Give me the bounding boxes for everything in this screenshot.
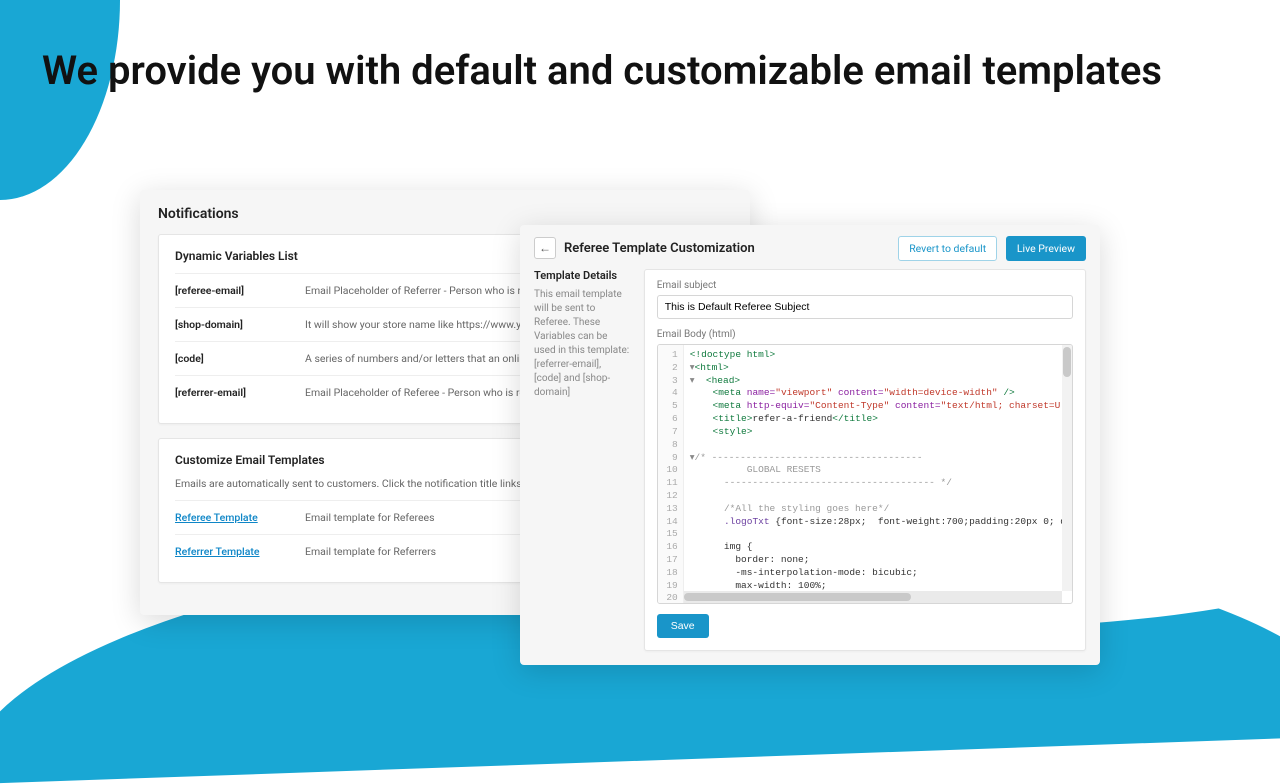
live-preview-button[interactable]: Live Preview	[1006, 236, 1086, 261]
referrer-template-link[interactable]: Referrer Template	[175, 545, 305, 558]
email-subject-label: Email subject	[657, 280, 1073, 291]
template-customizer-panel: ← Referee Template Customization Revert …	[520, 225, 1100, 665]
template-desc: Email template for Referrers	[305, 545, 436, 558]
variable-key: [shop-domain]	[175, 318, 305, 331]
referee-template-link[interactable]: Referee Template	[175, 511, 305, 524]
variable-key: [referrer-email]	[175, 386, 305, 399]
html-code-editor[interactable]: 1 2 3 4 5 6 7 8 9 10 11 12 13 14 15 16 1…	[657, 344, 1073, 604]
template-editor-main: Email subject Email Body (html) 1 2 3 4 …	[644, 269, 1086, 651]
template-details-text: This email template will be sent to Refe…	[534, 288, 630, 400]
template-details-title: Template Details	[534, 269, 630, 282]
back-button[interactable]: ←	[534, 237, 556, 259]
page-headline: We provide you with default and customiz…	[42, 48, 1220, 94]
variable-key: [referee-email]	[175, 284, 305, 297]
editor-vertical-scrollbar[interactable]	[1062, 345, 1072, 591]
editor-code-content[interactable]: <!doctype html> ▾<html> ▾ <head> <meta n…	[684, 345, 1072, 603]
decorative-wave-top	[0, 0, 140, 220]
email-subject-input[interactable]	[657, 295, 1073, 319]
revert-to-default-button[interactable]: Revert to default	[898, 236, 997, 261]
arrow-left-icon: ←	[539, 241, 551, 255]
customizer-header: ← Referee Template Customization Revert …	[534, 237, 1086, 269]
editor-line-gutter: 1 2 3 4 5 6 7 8 9 10 11 12 13 14 15 16 1…	[658, 345, 684, 603]
email-body-label: Email Body (html)	[657, 329, 1073, 340]
template-details-sidebar: Template Details This email template wil…	[534, 269, 630, 651]
template-desc: Email template for Referees	[305, 511, 435, 524]
customizer-title: Referee Template Customization	[564, 241, 755, 256]
notifications-title: Notifications	[158, 206, 732, 222]
save-button[interactable]: Save	[657, 614, 709, 638]
editor-horizontal-scrollbar[interactable]	[684, 591, 1062, 603]
variable-key: [code]	[175, 352, 305, 365]
